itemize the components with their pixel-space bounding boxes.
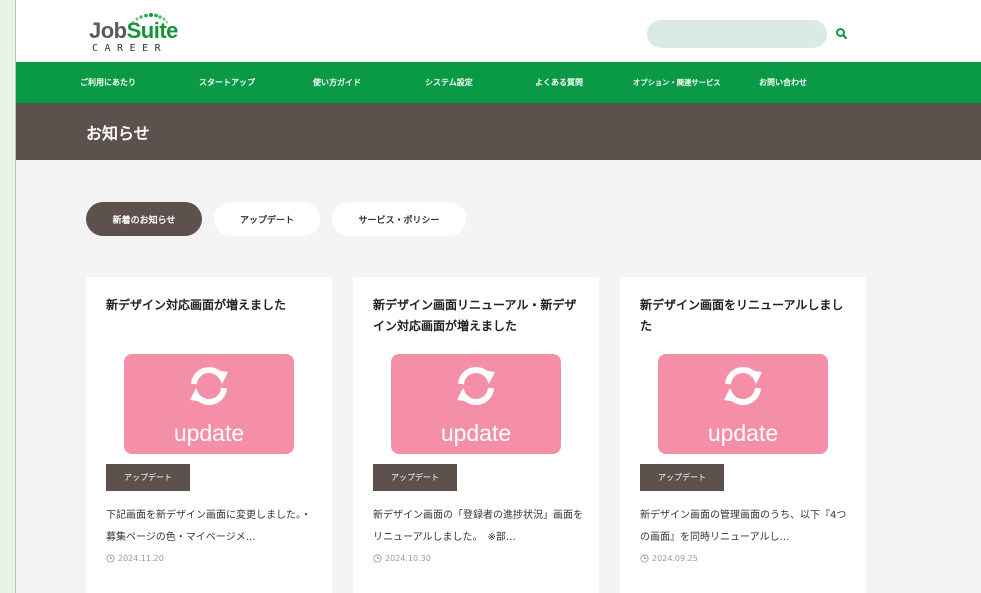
card-date: 2024.09.25 bbox=[640, 554, 698, 563]
news-card-list: 新デザイン対応画面が増えました update アップデート 下記画面を新デザイン… bbox=[86, 277, 866, 593]
clock-icon bbox=[106, 554, 115, 563]
card-excerpt: 新デザイン画面の「登録者の進捗状況」画面をリニューアルしました。 ※部… bbox=[373, 510, 583, 543]
refresh-icon bbox=[724, 367, 762, 405]
nav-item-options[interactable]: オプション・関連サービス bbox=[633, 78, 759, 88]
nav-item-startup[interactable]: スタートアップ bbox=[199, 77, 313, 88]
category-badge[interactable]: アップデート bbox=[106, 464, 190, 491]
card-date-text: 2024.10.30 bbox=[385, 554, 431, 563]
card-thumbnail: update bbox=[391, 354, 561, 454]
refresh-icon bbox=[190, 367, 228, 405]
card-date: 2024.10.30 bbox=[373, 554, 431, 563]
clock-icon bbox=[373, 554, 382, 563]
news-card[interactable]: 新デザイン画面リニューアル・新デザイン対応画面が増えました update アップ… bbox=[353, 277, 599, 593]
tab-update[interactable]: アップデート bbox=[214, 202, 320, 236]
refresh-icon bbox=[457, 367, 495, 405]
search-icon[interactable] bbox=[834, 26, 850, 42]
nav-item-guide[interactable]: 使い方ガイド bbox=[313, 77, 425, 88]
category-tabs: 新着のお知らせ アップデート サービス・ポリシー bbox=[86, 202, 466, 236]
thumbnail-label: update bbox=[440, 420, 512, 446]
logo-wordmark: JobSuite bbox=[89, 20, 178, 42]
tab-new-news[interactable]: 新着のお知らせ bbox=[86, 202, 202, 236]
tab-service-policy[interactable]: サービス・ポリシー bbox=[332, 202, 466, 236]
site-logo[interactable]: JobSuite CAREER bbox=[89, 12, 199, 58]
card-title: 新デザイン対応画面が増えました bbox=[106, 298, 287, 312]
card-excerpt: 下記画面を新デザイン画面に変更しました。・募集ページの色・マイページメ… bbox=[106, 510, 311, 543]
category-badge[interactable]: アップデート bbox=[373, 464, 457, 491]
search-input[interactable] bbox=[647, 20, 827, 48]
nav-item-about[interactable]: ご利用にあたり bbox=[80, 77, 199, 88]
page-title-bar: お知らせ bbox=[16, 103, 981, 160]
site-header: JobSuite CAREER bbox=[16, 0, 981, 62]
nav-item-settings[interactable]: システム設定 bbox=[425, 77, 535, 88]
logo-text-suite: Suite bbox=[126, 18, 179, 43]
card-thumbnail: update bbox=[124, 354, 294, 454]
logo-text-job: Job bbox=[89, 18, 127, 43]
card-date-text: 2024.11.20 bbox=[118, 554, 164, 563]
card-title: 新デザイン画面リニューアル・新デザイン対応画面が増えました bbox=[373, 298, 577, 333]
page-title: お知らせ bbox=[86, 123, 150, 143]
card-title: 新デザイン画面をリニューアルしました bbox=[640, 298, 844, 333]
nav-item-faq[interactable]: よくある質問 bbox=[535, 77, 633, 88]
card-excerpt: 新デザイン画面の管理画面のうち、以下『4つの画面』を同時リニューアルし… bbox=[640, 510, 847, 543]
news-card[interactable]: 新デザイン対応画面が増えました update アップデート 下記画面を新デザイン… bbox=[86, 277, 332, 593]
clock-icon bbox=[640, 554, 649, 563]
logo-subtext: CAREER bbox=[92, 43, 168, 54]
browser-viewport: JobSuite CAREER ご利用にあたり スタートアップ 使い方ガイド シ… bbox=[15, 0, 981, 593]
card-date-text: 2024.09.25 bbox=[652, 554, 698, 563]
card-date: 2024.11.20 bbox=[106, 554, 164, 563]
global-nav: ご利用にあたり スタートアップ 使い方ガイド システム設定 よくある質問 オプシ… bbox=[16, 62, 981, 103]
thumbnail-label: update bbox=[173, 420, 245, 446]
thumbnail-label: update bbox=[707, 420, 779, 446]
card-thumbnail: update bbox=[658, 354, 828, 454]
category-badge[interactable]: アップデート bbox=[640, 464, 724, 491]
news-card[interactable]: 新デザイン画面をリニューアルしました update アップデート 新デザイン画面… bbox=[620, 277, 866, 593]
nav-item-contact[interactable]: お問い合わせ bbox=[759, 77, 839, 88]
